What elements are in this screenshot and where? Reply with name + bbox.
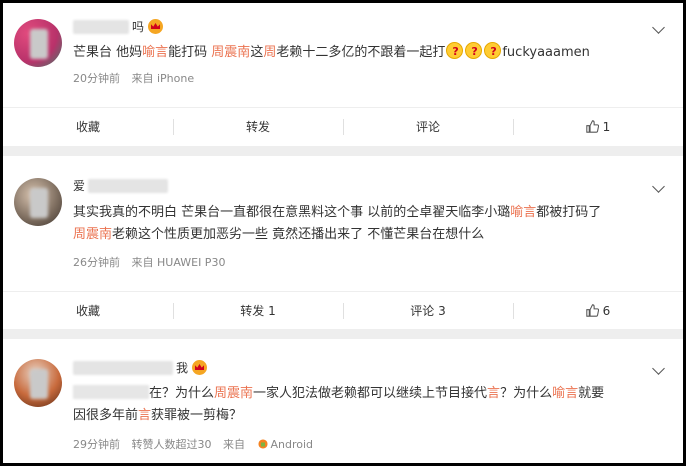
comment-text: 其实我真的不明白 芒果台一直都很在意黑料这个事 以前的仝卓翟天临李小璐喻言都被打… <box>73 202 673 246</box>
thumbs-up-icon <box>585 120 599 133</box>
avatar[interactable] <box>14 178 62 226</box>
crown-icon <box>192 360 208 375</box>
forward-button[interactable]: 转发 1 <box>173 292 343 329</box>
username-redaction <box>73 19 129 34</box>
username[interactable]: 爱 <box>73 177 171 194</box>
comment-meta: 26分钟前 来自 HUAWEI P30 <box>73 254 233 270</box>
text-segment: fuckyaaamen <box>502 45 590 60</box>
highlighted-keyword: 周震南 <box>211 45 251 60</box>
text-segment: 就要 <box>578 386 605 401</box>
text-segment: 芒果台 他妈 <box>73 45 143 60</box>
comment-text: 芒果台 他妈喻言能打码 周震南这周老赖十二多亿的不跟着一起打 fuckyaaame… <box>73 41 668 64</box>
text-segment: ？为什么 <box>500 386 553 401</box>
like-button[interactable]: 6 <box>513 292 683 329</box>
action-bar: 收藏 转发 1 评论 3 6 <box>3 291 683 329</box>
comment-button[interactable]: 评论 3 <box>343 292 513 329</box>
username-redaction <box>73 360 173 375</box>
username-text: 我 <box>176 361 189 375</box>
text-segment: 能打码 <box>168 45 212 60</box>
comment-meta: 29分钟前 转赞人数超过30 来自 Android <box>73 436 321 452</box>
username-redaction <box>88 178 169 193</box>
collect-button[interactable]: 收藏 <box>3 292 173 329</box>
question-emoji-icon <box>484 41 502 63</box>
collect-button[interactable]: 收藏 <box>3 108 173 145</box>
text-segment: 这 <box>250 45 264 60</box>
text-segment: 其实我真的不明白 芒果台一直都很在意黑料这个事 以前的仝卓翟天临李小璐 <box>73 205 511 220</box>
forward-count-note: 转赞人数超过30 <box>131 438 212 451</box>
comment-meta: 20分钟前 来自 iPhone <box>73 70 202 86</box>
avatar[interactable] <box>14 19 62 67</box>
question-emoji-icon <box>446 41 464 63</box>
highlighted-keyword: 言 <box>138 408 152 423</box>
mention-redaction <box>73 385 149 399</box>
highlighted-keyword: 周震南 <box>73 227 113 242</box>
thumbs-up-icon <box>585 304 599 317</box>
chevron-down-icon[interactable] <box>652 362 665 375</box>
source: 来自 iPhone <box>131 72 195 85</box>
source: 来自 Android <box>223 438 314 451</box>
highlighted-keyword: 喻言 <box>510 205 537 220</box>
crown-icon <box>148 19 164 34</box>
text-segment: 都被打码了 <box>536 205 602 220</box>
username-text: 爱 <box>73 179 86 193</box>
text-segment: 获罪被一剪梅？ <box>151 408 243 423</box>
timestamp: 29分钟前 <box>73 438 120 451</box>
timestamp: 26分钟前 <box>73 256 120 269</box>
highlighted-keyword: 喻言 <box>142 45 169 60</box>
text-segment: 老赖十二多亿的不跟着一起打 <box>276 45 446 60</box>
highlighted-keyword: 喻言 <box>552 386 579 401</box>
comment-card: 爱 其实我真的不明白 芒果台一直都很在意黑料这个事 以前的仝卓翟天临李小璐喻言都… <box>3 156 683 329</box>
forward-button[interactable]: 转发 <box>173 108 343 145</box>
chevron-down-icon[interactable] <box>652 21 665 34</box>
timestamp: 20分钟前 <box>73 72 120 85</box>
text-segment: 老赖这个性质更加恶劣一些 竟然还播出来了 不懂芒果台在想什么 <box>112 227 485 242</box>
comment-feed: 吗 芒果台 他妈喻言能打码 周震南这周老赖十二多亿的不跟着一起打fuckyaaa… <box>3 3 683 463</box>
username[interactable]: 我 <box>73 359 208 376</box>
highlighted-keyword: 言 <box>487 386 501 401</box>
source: 来自 HUAWEI P30 <box>131 256 226 269</box>
highlighted-keyword: 周 <box>263 45 277 60</box>
question-emoji-icon <box>465 41 483 63</box>
username-text: 吗 <box>132 20 145 34</box>
text-segment: 因很多年前 <box>73 408 139 423</box>
highlighted-keyword: 周震南 <box>214 386 254 401</box>
username[interactable]: 吗 <box>73 18 164 35</box>
android-icon <box>258 439 267 449</box>
text-segment: 一家人犯法做老赖都可以继续上节目接代 <box>253 386 488 401</box>
chevron-down-icon[interactable] <box>652 180 665 193</box>
action-bar: 收藏 转发 评论 1 <box>3 107 683 145</box>
avatar[interactable] <box>14 359 62 407</box>
comment-button[interactable]: 评论 <box>343 108 513 145</box>
like-button[interactable]: 1 <box>513 108 683 145</box>
comment-card: 我 在？为什么周震南一家人犯法做老赖都可以继续上节目接代言？为什么喻言就要 因很… <box>3 339 683 463</box>
comment-text: 在？为什么周震南一家人犯法做老赖都可以继续上节目接代言？为什么喻言就要 因很多年… <box>73 385 605 423</box>
comment-card: 吗 芒果台 他妈喻言能打码 周震南这周老赖十二多亿的不跟着一起打 fuckyaaa… <box>3 3 683 146</box>
